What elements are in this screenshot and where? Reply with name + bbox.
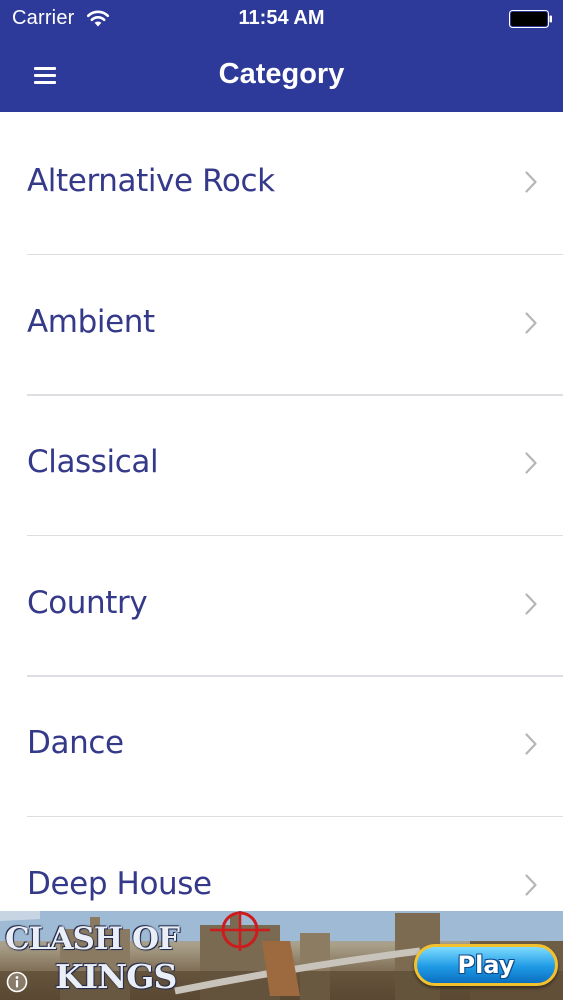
category-label: Classical (27, 444, 159, 481)
ad-logo-line1: CLASH OF (5, 921, 180, 957)
list-item[interactable]: Classical (0, 394, 563, 535)
chevron-right-icon (525, 171, 537, 193)
chevron-right-icon (525, 452, 537, 474)
chevron-right-icon (525, 311, 537, 334)
chevron-right-icon (525, 733, 537, 755)
info-icon[interactable] (6, 971, 28, 993)
list-item[interactable]: Ambient (0, 253, 563, 395)
ad-game-logo: CLASH OF KINGS (5, 921, 180, 999)
page-title: Category (218, 58, 345, 90)
category-list: Alternative Rock Ambient Classical Count… (0, 113, 563, 957)
list-item[interactable]: Country (0, 534, 563, 676)
ad-logo-line2: KINGS (55, 957, 177, 996)
clock-time: 11:54 AM (238, 7, 325, 29)
category-label: Dance (27, 725, 124, 762)
ad-banner[interactable]: CLASH OF KINGS Play (0, 911, 563, 1000)
navigation-bar: Category (0, 38, 563, 112)
battery-icon (509, 10, 552, 28)
status-bar: Carrier 11:54 AM (0, 0, 563, 38)
category-label: Alternative Rock (27, 163, 275, 199)
list-item[interactable]: Dance (0, 675, 563, 816)
ad-play-button[interactable]: Play (414, 944, 558, 986)
chevron-right-icon (525, 593, 537, 615)
category-label: Deep House (27, 865, 212, 902)
category-label: Ambient (27, 303, 155, 340)
list-item[interactable]: Alternative Rock (0, 113, 563, 254)
category-label: Country (27, 584, 148, 621)
app-header: Carrier 11:54 AM Category (0, 0, 563, 112)
chevron-right-icon (525, 874, 537, 896)
